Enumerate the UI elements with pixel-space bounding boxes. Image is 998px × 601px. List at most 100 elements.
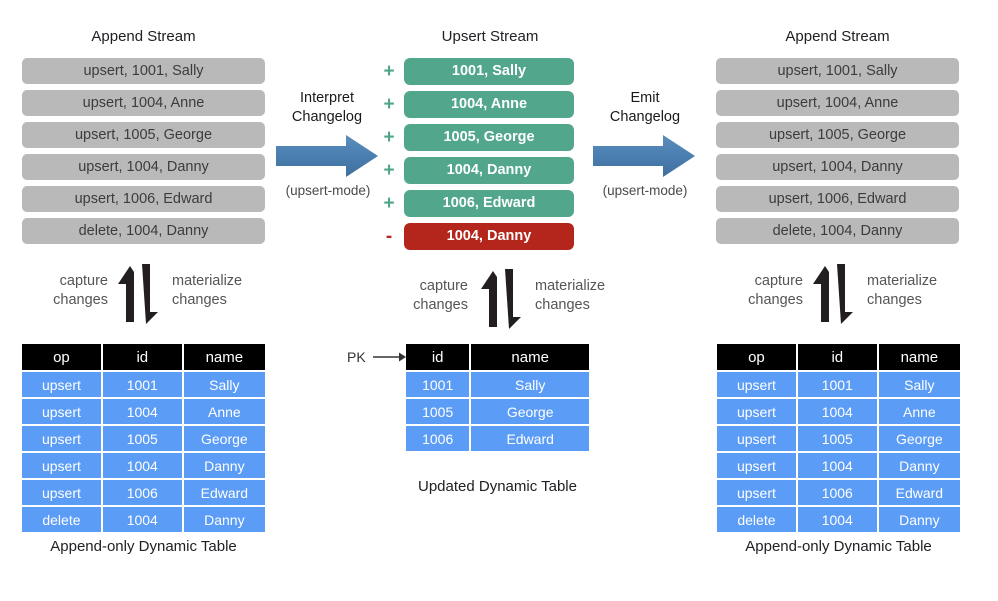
table-cell: upsert bbox=[717, 426, 796, 451]
middle-stream-title: Upsert Stream bbox=[441, 28, 539, 45]
table-cell: 1005 bbox=[797, 426, 877, 451]
interpret-changelog-line2: Changelog bbox=[291, 109, 363, 126]
materialize-changes-line1: materialize bbox=[172, 273, 243, 289]
left-capture-changes-label: capture changes bbox=[10, 272, 108, 310]
right-capture-changes-label: capture changes bbox=[705, 272, 803, 310]
upsert-chip: 1004, Danny bbox=[404, 157, 574, 184]
table-row: delete 1004 Danny bbox=[22, 507, 265, 532]
right-append-stream-chips: upsert, 1001, Sally upsert, 1004, Anne u… bbox=[716, 58, 959, 244]
table-header-cell: id bbox=[406, 344, 470, 370]
left-stream-title: Append Stream bbox=[91, 28, 196, 45]
stream-chip: delete, 1004, Danny bbox=[716, 218, 959, 244]
table-row: upsert 1004 Danny bbox=[22, 453, 265, 478]
table-row: delete 1004 Danny bbox=[717, 507, 960, 532]
upsert-stream-rows: + 1001, Sally + 1004, Anne + 1005, Georg… bbox=[382, 58, 574, 256]
upsert-chip: 1001, Sally bbox=[404, 58, 574, 85]
table-cell: upsert bbox=[717, 399, 796, 424]
capture-changes-line1: capture bbox=[419, 278, 468, 294]
table-cell: George bbox=[471, 399, 589, 424]
right-stream-title: Append Stream bbox=[785, 28, 890, 45]
table-row: 1001 Sally bbox=[406, 372, 589, 397]
upsert-stream-row: + 1005, George bbox=[382, 124, 574, 151]
table-cell: 1006 bbox=[406, 426, 470, 451]
table-cell: Edward bbox=[471, 426, 589, 451]
table-cell: Sally bbox=[183, 372, 265, 397]
table-cell: Edward bbox=[878, 480, 960, 505]
table-cell: upsert bbox=[717, 453, 796, 478]
table-cell: Danny bbox=[183, 507, 265, 532]
table-header-row: id name bbox=[406, 344, 589, 370]
table-cell: Anne bbox=[878, 399, 960, 424]
table-cell: Sally bbox=[878, 372, 960, 397]
table-header-cell: name bbox=[183, 344, 265, 370]
interpret-changelog-arrow-icon bbox=[276, 133, 380, 179]
middle-table-caption: Updated Dynamic Table bbox=[418, 478, 577, 495]
table-row: 1006 Edward bbox=[406, 426, 589, 451]
left-materialize-changes-label: materialize changes bbox=[172, 272, 282, 310]
stream-chip: upsert, 1006, Edward bbox=[716, 186, 959, 212]
table-row: upsert 1006 Edward bbox=[717, 480, 960, 505]
table-cell: upsert bbox=[22, 372, 101, 397]
upsert-stream-row: + 1004, Danny bbox=[382, 157, 574, 184]
capture-changes-line2: changes bbox=[413, 296, 468, 313]
table-cell: upsert bbox=[22, 453, 101, 478]
insert-sign-icon: + bbox=[383, 94, 395, 115]
interpret-changelog-mode: (upsert-mode) bbox=[285, 183, 371, 198]
upsert-chip: 1004, Anne bbox=[404, 91, 574, 118]
table-cell: delete bbox=[717, 507, 796, 532]
table-row: upsert 1004 Anne bbox=[22, 399, 265, 424]
materialize-changes-line2: changes bbox=[172, 291, 227, 308]
stream-chip: upsert, 1004, Danny bbox=[22, 154, 265, 180]
emit-changelog-mode: (upsert-mode) bbox=[602, 183, 688, 198]
middle-dynamic-table: id name 1001 Sally 1005 George 1006 Edwa… bbox=[404, 342, 591, 453]
delete-chip: 1004, Danny bbox=[404, 223, 574, 250]
right-dynamic-table: op id name upsert 1001 Sally upsert 1004… bbox=[715, 342, 962, 534]
middle-bidirectional-arrow-icon bbox=[475, 267, 531, 329]
table-cell: Sally bbox=[471, 372, 589, 397]
materialize-changes-line1: materialize bbox=[867, 273, 938, 289]
insert-sign-icon: + bbox=[383, 61, 395, 82]
right-bidirectional-arrow-icon bbox=[807, 262, 863, 324]
stream-chip: upsert, 1005, George bbox=[716, 122, 959, 148]
upsert-stream-row: + 1001, Sally bbox=[382, 58, 574, 85]
table-cell: 1005 bbox=[102, 426, 182, 451]
middle-capture-changes-label: capture changes bbox=[370, 277, 468, 315]
table-cell: George bbox=[878, 426, 960, 451]
table-cell: Danny bbox=[878, 507, 960, 532]
table-cell: delete bbox=[22, 507, 101, 532]
table-cell: 1004 bbox=[797, 453, 877, 478]
interpret-changelog-line1: Interpret bbox=[300, 90, 354, 106]
table-cell: 1004 bbox=[102, 507, 182, 532]
table-cell: Danny bbox=[878, 453, 960, 478]
table-header-cell: id bbox=[797, 344, 877, 370]
table-cell: Danny bbox=[183, 453, 265, 478]
stream-chip: upsert, 1004, Anne bbox=[716, 90, 959, 116]
table-cell: 1005 bbox=[406, 399, 470, 424]
table-cell: 1004 bbox=[797, 507, 877, 532]
left-table-caption: Append-only Dynamic Table bbox=[50, 538, 237, 555]
stream-chip: upsert, 1004, Danny bbox=[716, 154, 959, 180]
table-cell: George bbox=[183, 426, 265, 451]
table-row: upsert 1001 Sally bbox=[22, 372, 265, 397]
capture-changes-line2: changes bbox=[748, 291, 803, 308]
table-row: upsert 1005 George bbox=[22, 426, 265, 451]
stream-chip: upsert, 1005, George bbox=[22, 122, 265, 148]
insert-sign-icon: + bbox=[383, 193, 395, 214]
table-cell: 1006 bbox=[102, 480, 182, 505]
left-append-stream-chips: upsert, 1001, Sally upsert, 1004, Anne u… bbox=[22, 58, 265, 244]
table-row: 1005 George bbox=[406, 399, 589, 424]
table-cell: 1006 bbox=[797, 480, 877, 505]
left-bidirectional-arrow-icon bbox=[112, 262, 168, 324]
upsert-stream-row: - 1004, Danny bbox=[382, 223, 574, 250]
capture-changes-line2: changes bbox=[53, 291, 108, 308]
table-header-cell: id bbox=[102, 344, 182, 370]
table-cell: upsert bbox=[717, 372, 796, 397]
emit-changelog-line2: Changelog bbox=[609, 109, 681, 126]
materialize-changes-line2: changes bbox=[867, 291, 922, 308]
table-header-row: op id name bbox=[717, 344, 960, 370]
table-cell: 1001 bbox=[797, 372, 877, 397]
stream-chip: delete, 1004, Danny bbox=[22, 218, 265, 244]
stream-chip: upsert, 1001, Sally bbox=[716, 58, 959, 84]
upsert-chip: 1005, George bbox=[404, 124, 574, 151]
upsert-chip: 1006, Edward bbox=[404, 190, 574, 217]
